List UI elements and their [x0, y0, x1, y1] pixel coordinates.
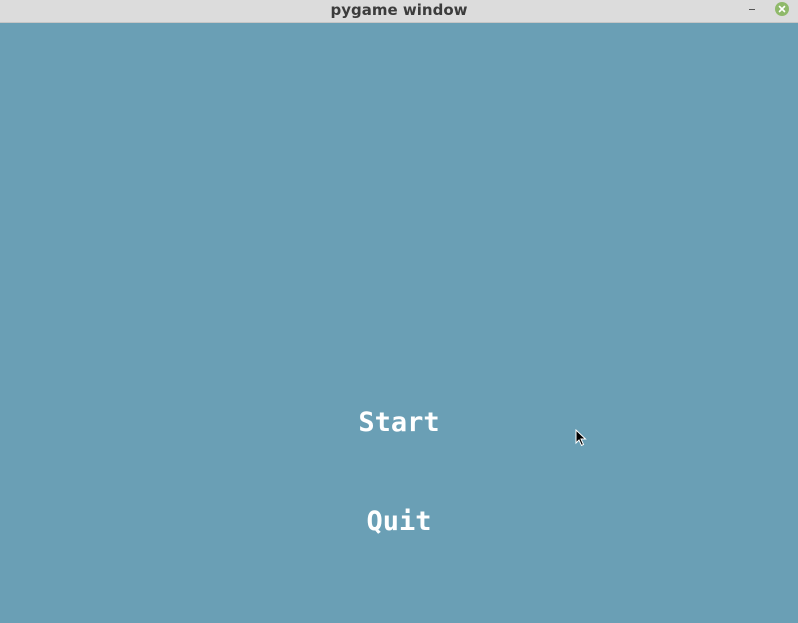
window-title: pygame window [330, 1, 468, 19]
game-canvas[interactable]: Start Quit [0, 23, 798, 623]
minimize-icon[interactable] [744, 1, 760, 19]
pygame-window: pygame window Start Quit [0, 0, 798, 623]
quit-button[interactable]: Quit [0, 505, 798, 539]
close-x-glyph [778, 5, 786, 13]
title-bar[interactable]: pygame window [0, 0, 798, 23]
start-button[interactable]: Start [0, 406, 798, 440]
close-icon[interactable] [775, 2, 789, 16]
mouse-pointer-icon [575, 429, 587, 447]
